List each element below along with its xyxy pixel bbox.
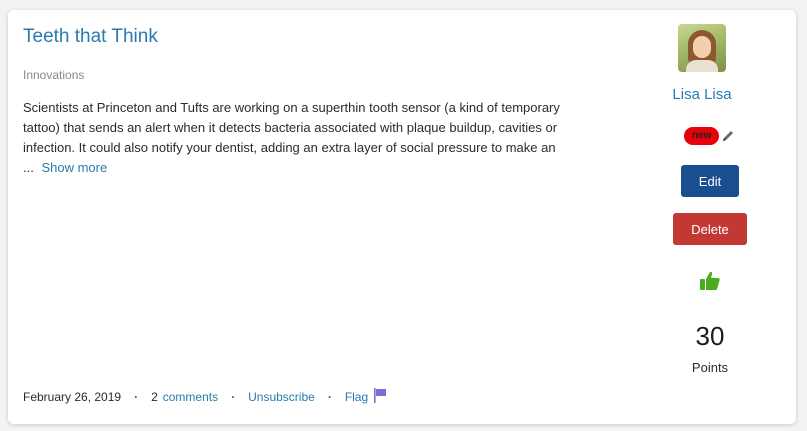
post-card: Teeth that Think Innovations Scientists … <box>8 10 796 424</box>
post-meta: February 26, 2019 · 2 comments · Unsubsc… <box>23 388 387 406</box>
post-body-line: Scientists at Princeton and Tufts are wo… <box>23 100 560 115</box>
points-label: Points <box>691 360 729 375</box>
post-title[interactable]: Teeth that Think <box>23 26 158 48</box>
pencil-icon[interactable] <box>721 129 735 148</box>
status-badge: new <box>684 126 720 145</box>
ellipsis: ... <box>23 160 34 175</box>
separator-dot: · <box>231 390 236 404</box>
delete-button[interactable]: Delete <box>673 213 747 245</box>
comment-count: 2 <box>151 390 158 404</box>
comments-link[interactable]: comments <box>163 390 218 404</box>
author-name[interactable]: Lisa Lisa <box>656 86 748 103</box>
unsubscribe-link[interactable]: Unsubscribe <box>248 390 315 404</box>
post-body: Scientists at Princeton and Tufts are wo… <box>23 98 598 178</box>
separator-dot: · <box>327 390 332 404</box>
badge-row: new <box>684 123 735 148</box>
post-date: February 26, 2019 <box>23 390 122 404</box>
edit-button[interactable]: Edit <box>681 165 739 197</box>
separator-dot: · <box>134 390 139 404</box>
avatar[interactable] <box>678 24 726 72</box>
post-body-line: infection. It could also notify your den… <box>23 140 556 155</box>
show-more-link[interactable]: Show more <box>41 160 107 175</box>
flag-link[interactable]: Flag <box>345 390 368 404</box>
flag-icon[interactable] <box>374 388 387 406</box>
points-value: 30 <box>695 321 725 351</box>
post-category: Innovations <box>23 68 85 82</box>
thumbs-up-icon[interactable] <box>699 271 721 296</box>
post-body-line: tattoo) that sends an alert when it dete… <box>23 120 558 135</box>
